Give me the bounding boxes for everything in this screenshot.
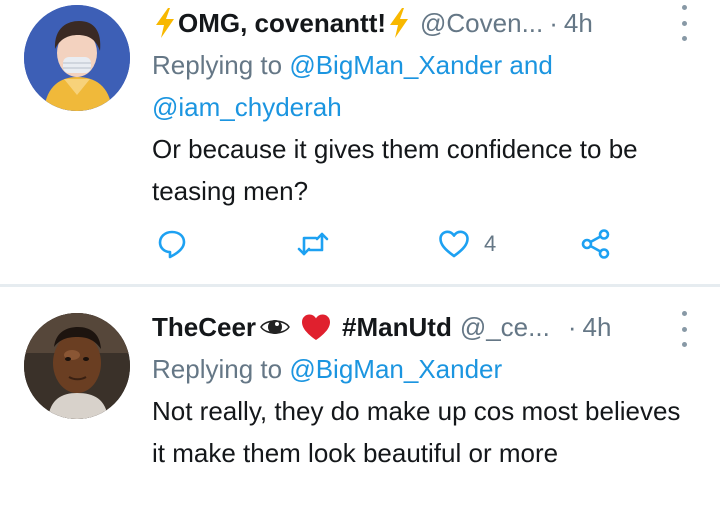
replying-label: Replying to	[152, 354, 283, 384]
high-voltage-emoji	[156, 8, 174, 38]
separator-dot: ·	[549, 7, 558, 38]
mention-link[interactable]: @iam_chyderah	[152, 92, 342, 122]
mention-link[interactable]: @BigMan_Xander	[289, 354, 502, 384]
display-name-suffix: #ManUtd	[342, 311, 452, 342]
tweet-header: TheCeer #ManUtd @_ce... · 4h	[152, 306, 611, 348]
more-vertical-icon[interactable]	[676, 311, 692, 347]
retweet-button[interactable]	[296, 224, 330, 264]
timestamp[interactable]: 4h	[564, 8, 593, 39]
high-voltage-emoji	[390, 8, 409, 38]
avatar[interactable]	[24, 313, 130, 419]
like-count: 4	[484, 231, 497, 256]
timestamp[interactable]: 4h	[582, 312, 611, 343]
replying-to: Replying to @BigMan_Xander and @iam_chyd…	[152, 44, 692, 128]
tweet-divider	[0, 284, 720, 287]
tweet-text: Not really, they do make up cos most bel…	[152, 396, 681, 468]
tweet-text: Or because it gives them confidence to b…	[152, 134, 638, 206]
user-handle[interactable]: @_ce...	[460, 312, 550, 343]
share-button[interactable]	[580, 224, 612, 264]
display-name[interactable]: TheCeer #ManUtd	[152, 312, 452, 343]
reply-icon	[158, 230, 186, 259]
share-icon	[581, 229, 610, 259]
like-button[interactable]: 4	[438, 224, 496, 264]
display-name[interactable]: OMG, covenantt!	[152, 7, 412, 39]
heart-icon	[439, 230, 469, 258]
display-name-text: OMG, covenantt!	[178, 7, 387, 38]
display-name-text: TheCeer	[152, 311, 257, 342]
red-heart-emoji	[302, 314, 331, 340]
eye-emoji	[260, 320, 290, 334]
avatar[interactable]	[24, 5, 130, 111]
more-vertical-icon[interactable]	[676, 5, 692, 41]
mention-link[interactable]: @BigMan_Xander	[289, 50, 502, 80]
replying-to: Replying to @BigMan_Xander	[152, 348, 692, 390]
replying-label: Replying to	[152, 50, 283, 80]
separator-dot: ·	[567, 311, 577, 342]
tweet-header: OMG, covenantt! @Coven... · 4h	[152, 2, 593, 44]
reply-button[interactable]	[156, 224, 188, 264]
user-handle[interactable]: @Coven...	[420, 8, 543, 39]
tweet-1[interactable]: OMG, covenantt! @Coven... · 4h Replying …	[0, 0, 720, 284]
tweet-2[interactable]: TheCeer #ManUtd @_ce... · 4h Replying to…	[0, 288, 720, 514]
replying-joiner[interactable]: and	[509, 50, 552, 80]
tweet-actions: 4	[152, 224, 632, 264]
retweet-icon	[297, 232, 329, 256]
